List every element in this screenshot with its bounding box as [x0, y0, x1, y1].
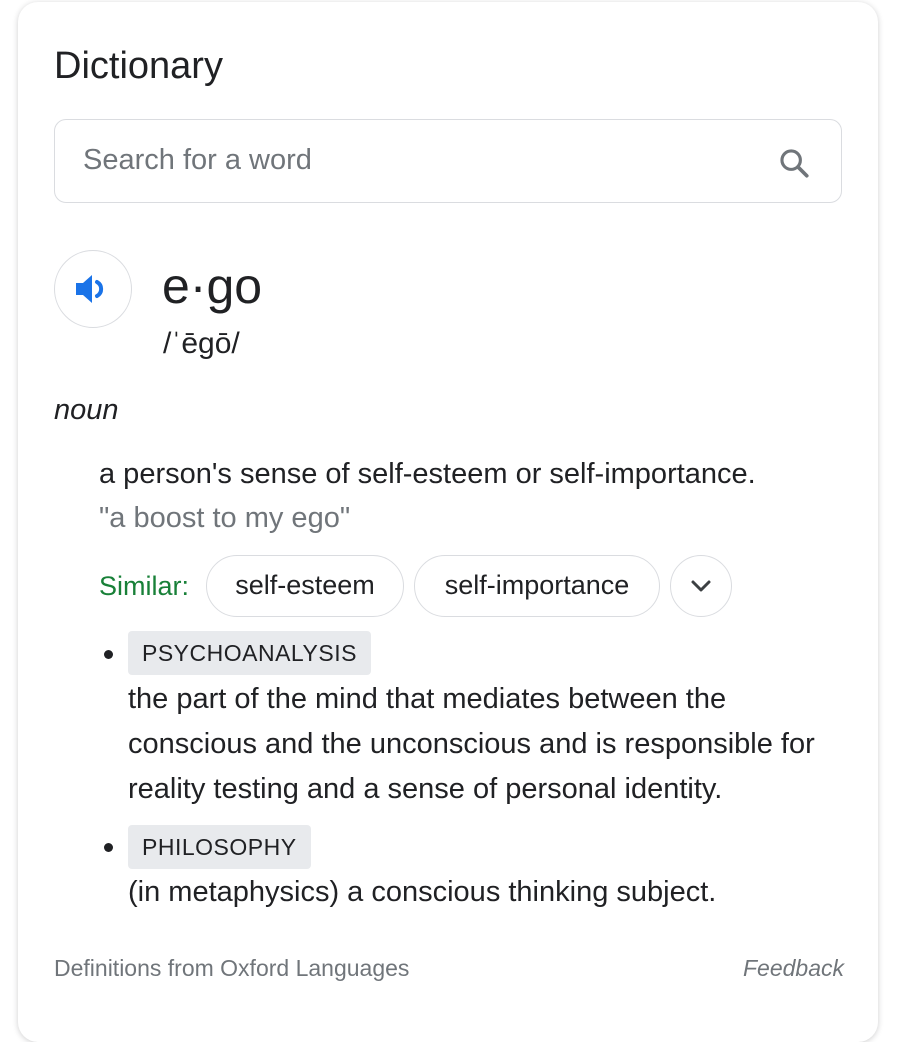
definition-3: (in metaphysics) a conscious thinking su… — [128, 876, 717, 908]
part-of-speech: noun — [54, 394, 119, 426]
bullet-marker — [104, 650, 113, 659]
definition-1: a person's sense of self-esteem or self-… — [99, 458, 756, 490]
volume-icon — [76, 275, 104, 303]
example-1: "a boost to my ego" — [99, 502, 351, 534]
domain-label-philosophy: PHILOSOPHY — [128, 825, 311, 869]
headword: e·go — [162, 258, 263, 314]
similar-chip-self-importance[interactable]: self-importance — [414, 555, 660, 617]
card-title: Dictionary — [54, 45, 223, 87]
more-similar-button[interactable] — [670, 555, 732, 617]
source-attribution: Definitions from Oxford Languages — [54, 955, 410, 981]
chevron-down-icon — [691, 580, 711, 592]
similar-label: Similar: — [99, 571, 190, 601]
domain-label-psychoanalysis: PSYCHOANALYSIS — [128, 631, 371, 675]
bullet-marker — [104, 843, 113, 852]
phonetic-spelling: /ˈēgō/ — [163, 327, 240, 360]
search-box[interactable] — [54, 119, 842, 203]
feedback-link[interactable]: Feedback — [743, 953, 844, 983]
dictionary-card: Dictionary e·go /ˈēgō/ noun a person's s… — [18, 2, 878, 1042]
search-icon[interactable] — [777, 146, 811, 180]
definition-2: the part of the mind that mediates betwe… — [128, 683, 815, 805]
search-input[interactable] — [83, 120, 743, 200]
pronunciation-button[interactable] — [54, 250, 132, 328]
similar-chip-self-esteem[interactable]: self-esteem — [206, 555, 404, 617]
